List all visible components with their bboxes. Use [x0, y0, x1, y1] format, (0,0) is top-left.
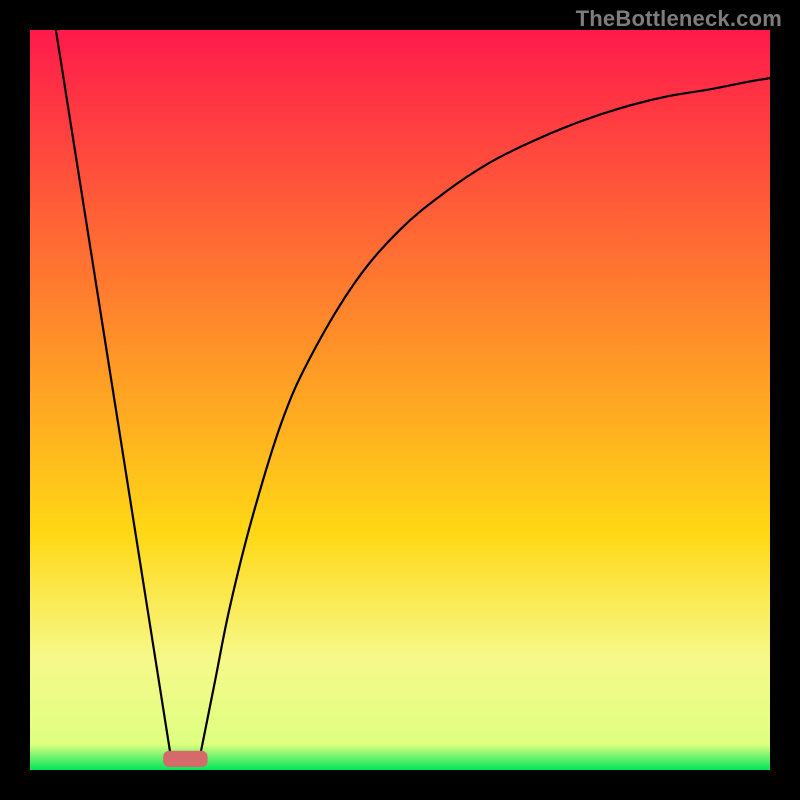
gradient-background: [30, 30, 770, 770]
bottleneck-chart: [0, 0, 800, 800]
valley-marker: [163, 751, 207, 767]
plot-area: [30, 30, 770, 770]
watermark-label: TheBottleneck.com: [576, 6, 782, 32]
chart-container: TheBottleneck.com: [0, 0, 800, 800]
